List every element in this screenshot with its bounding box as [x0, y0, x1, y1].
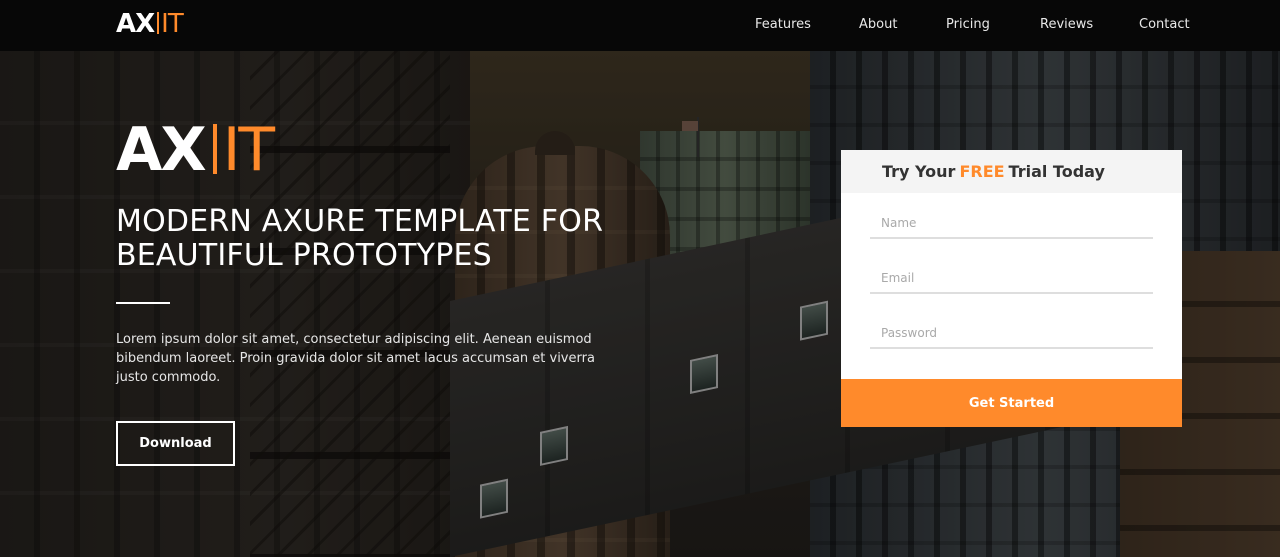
nav-link-reviews[interactable]: Reviews: [1040, 17, 1093, 32]
headline-line-2: BEAUTIFUL PROTOTYPES: [116, 238, 492, 273]
signup-form: Try Your FREE Trial Today Get Started: [841, 150, 1182, 427]
hero-logo-text-accent: IT: [222, 115, 275, 185]
headline-line-1: MODERN AXURE TEMPLATE FOR: [116, 204, 604, 239]
nav-link-pricing[interactable]: Pricing: [946, 17, 990, 32]
hero-section: AX IT MODERN AXURE TEMPLATE FOR BEAUTIFUL…: [0, 0, 1280, 557]
signup-title: Try Your FREE Trial Today: [841, 150, 1182, 193]
top-navbar: AX IT Features About Pricing Reviews Cont…: [0, 0, 1280, 51]
signup-title-suffix: Trial Today: [1008, 162, 1105, 181]
signup-title-prefix: Try Your: [882, 162, 956, 181]
nav-link-contact[interactable]: Contact: [1139, 17, 1190, 32]
signup-title-highlight: FREE: [959, 162, 1005, 181]
nav-link-features[interactable]: Features: [755, 17, 811, 32]
headline-divider: [116, 302, 170, 304]
nav-link-about[interactable]: About: [859, 17, 897, 32]
hero-headline: MODERN AXURE TEMPLATE FOR BEAUTIFUL PROT…: [116, 205, 656, 273]
get-started-button[interactable]: Get Started: [841, 379, 1182, 427]
name-field[interactable]: [870, 209, 1153, 239]
email-field[interactable]: [870, 264, 1153, 294]
download-button[interactable]: Download: [116, 421, 235, 466]
main-nav: Features About Pricing Reviews Contact: [0, 0, 1280, 51]
hero-logo: AX IT: [116, 115, 275, 185]
password-field[interactable]: [870, 319, 1153, 349]
hero-logo-accent-bar: [212, 124, 217, 174]
hero-logo-text-main: AX: [116, 115, 207, 185]
hero-description: Lorem ipsum dolor sit amet, consectetur …: [116, 332, 595, 385]
